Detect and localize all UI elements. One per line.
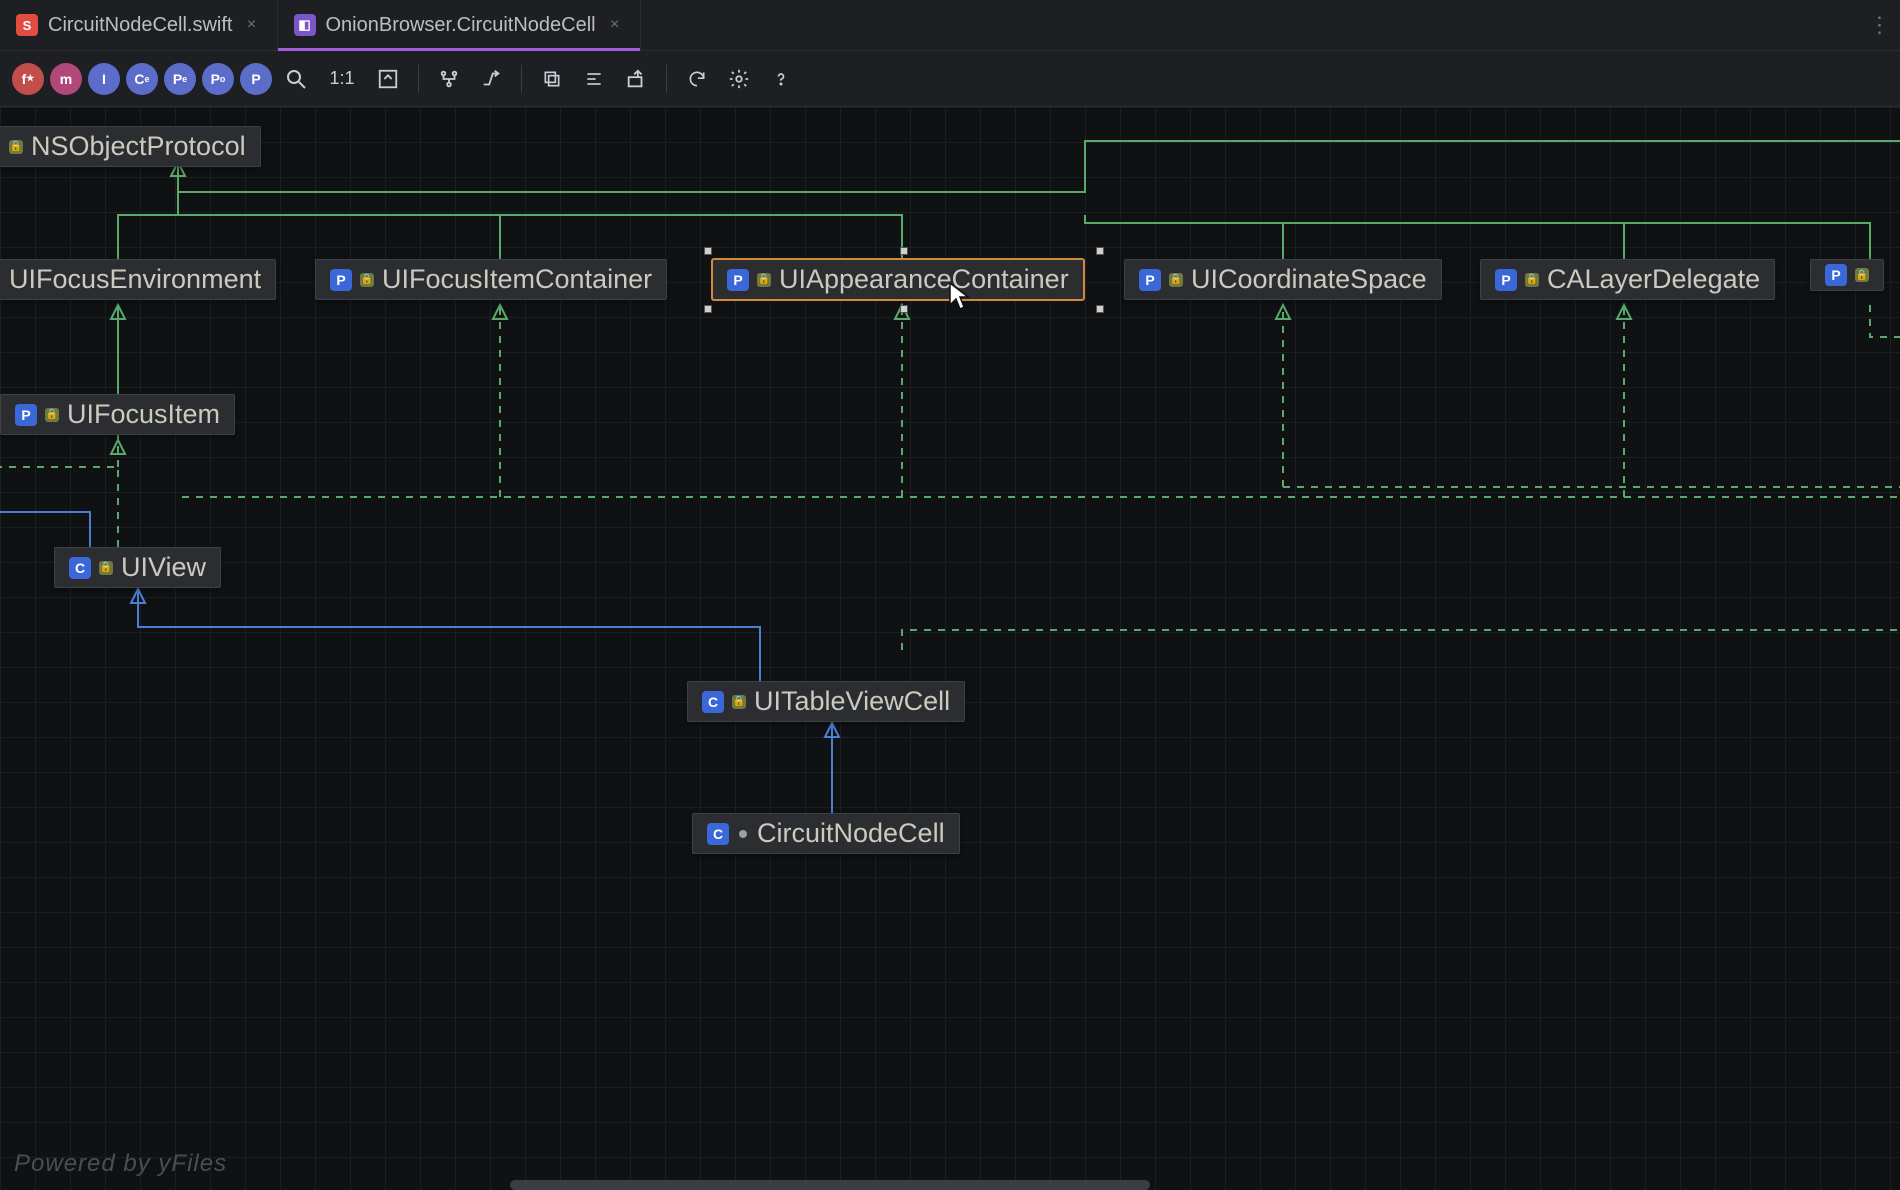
lock-icon: 🔒: [757, 273, 771, 287]
class-badge-icon: C: [702, 691, 724, 713]
filter-initializers-button[interactable]: I: [88, 63, 120, 95]
node-calayerdelegate[interactable]: P 🔒 CALayerDelegate: [1480, 259, 1775, 300]
export-icon[interactable]: [618, 61, 654, 97]
class-badge-icon: C: [69, 557, 91, 579]
selection-handle[interactable]: [900, 247, 908, 255]
help-icon[interactable]: [763, 61, 799, 97]
node-uifocusitemcontainer[interactable]: P 🔒 UIFocusItemContainer: [315, 259, 667, 300]
zoom-icon[interactable]: [278, 61, 314, 97]
tab-diagram[interactable]: ◧ OnionBrowser.CircuitNodeCell ×: [278, 0, 641, 50]
filter-methods-button[interactable]: m: [50, 63, 82, 95]
node-label: CALayerDelegate: [1547, 264, 1760, 295]
tab-overflow-icon[interactable]: ⋮: [1860, 0, 1900, 50]
node-label: UIView: [121, 552, 206, 583]
node-uifocusitem[interactable]: P 🔒 UIFocusItem: [0, 394, 235, 435]
protocol-badge-icon: P: [15, 404, 37, 426]
protocol-badge-icon: P: [1139, 269, 1161, 291]
lock-icon: 🔒: [732, 695, 746, 709]
selection-handle[interactable]: [900, 305, 908, 313]
copy-icon[interactable]: [534, 61, 570, 97]
node-offscreen-right[interactable]: P 🔒: [1810, 259, 1884, 291]
node-uiappearancecontainer[interactable]: P 🔒 UIAppearanceContainer: [712, 259, 1084, 300]
selection-handle[interactable]: [704, 247, 712, 255]
node-label: UIFocusItemContainer: [382, 264, 652, 295]
node-label: UIFocusItem: [67, 399, 220, 430]
lock-icon: 🔒: [1855, 268, 1869, 282]
node-label: UIFocusEnvironment: [9, 264, 261, 295]
tab-file-swift[interactable]: S CircuitNodeCell.swift ×: [0, 0, 278, 50]
scale-1to1-button[interactable]: 1:1: [320, 61, 364, 97]
protocol-badge-icon: P: [330, 269, 352, 291]
diagram-toolbar: f★ m I Ce Pe Po P 1:1: [0, 51, 1900, 107]
selection-handle[interactable]: [704, 305, 712, 313]
node-label: UITableViewCell: [754, 686, 950, 717]
toolbar-separator: [521, 65, 522, 93]
tab-label: CircuitNodeCell.swift: [48, 14, 233, 37]
tab-label: OnionBrowser.CircuitNodeCell: [326, 14, 596, 37]
close-icon[interactable]: ×: [606, 16, 624, 34]
refresh-icon[interactable]: [679, 61, 715, 97]
swift-file-icon: S: [16, 14, 38, 36]
protocol-badge-icon: P: [727, 269, 749, 291]
node-circuitnodecell[interactable]: C CircuitNodeCell: [692, 813, 960, 854]
node-nsobjectprotocol[interactable]: 🔒 NSObjectProtocol: [0, 126, 261, 167]
protocol-badge-icon: P: [1825, 264, 1847, 286]
node-label: CircuitNodeCell: [757, 818, 945, 849]
lock-icon: 🔒: [360, 273, 374, 287]
node-uifocusenvironment[interactable]: UIFocusEnvironment: [0, 259, 276, 300]
node-label: UIAppearanceContainer: [779, 264, 1069, 295]
node-uicoordinatespace[interactable]: P 🔒 UICoordinateSpace: [1124, 259, 1442, 300]
diagram-canvas-wrap: 🔒 NSObjectProtocol UIFocusEnvironment P …: [0, 107, 1900, 1190]
node-uitableviewcell[interactable]: C 🔒 UITableViewCell: [687, 681, 965, 722]
close-icon[interactable]: ×: [243, 16, 261, 34]
align-icon[interactable]: [576, 61, 612, 97]
route-edges-icon[interactable]: [473, 61, 509, 97]
origin-dot-icon: [739, 830, 747, 838]
filter-protocol-ext-button[interactable]: Pe: [164, 63, 196, 95]
lock-icon: 🔒: [99, 561, 113, 575]
horizontal-scrollbar[interactable]: [510, 1180, 1150, 1190]
node-label: UICoordinateSpace: [1191, 264, 1427, 295]
footnote-label: Powered by yFiles: [14, 1150, 227, 1178]
layout-icon[interactable]: [431, 61, 467, 97]
filter-protocols-button[interactable]: Po: [202, 63, 234, 95]
diagram-canvas[interactable]: 🔒 NSObjectProtocol UIFocusEnvironment P …: [0, 107, 1900, 1190]
editor-tabbar: S CircuitNodeCell.swift × ◧ OnionBrowser…: [0, 0, 1900, 51]
tabbar-spacer: [641, 0, 1860, 50]
selection-handle[interactable]: [1096, 305, 1104, 313]
node-uiview[interactable]: C 🔒 UIView: [54, 547, 221, 588]
toolbar-separator: [666, 65, 667, 93]
fit-content-icon[interactable]: [370, 61, 406, 97]
filter-fields-button[interactable]: f★: [12, 63, 44, 95]
diagram-file-icon: ◧: [294, 14, 316, 36]
settings-icon[interactable]: [721, 61, 757, 97]
filter-classes-button[interactable]: Ce: [126, 63, 158, 95]
protocol-badge-icon: P: [1495, 269, 1517, 291]
lock-icon: 🔒: [9, 140, 23, 154]
lock-icon: 🔒: [1525, 273, 1539, 287]
node-label: NSObjectProtocol: [31, 131, 246, 162]
lock-icon: 🔒: [45, 408, 59, 422]
class-badge-icon: C: [707, 823, 729, 845]
selection-handle[interactable]: [1096, 247, 1104, 255]
filter-properties-button[interactable]: P: [240, 63, 272, 95]
toolbar-separator: [418, 65, 419, 93]
lock-icon: 🔒: [1169, 273, 1183, 287]
